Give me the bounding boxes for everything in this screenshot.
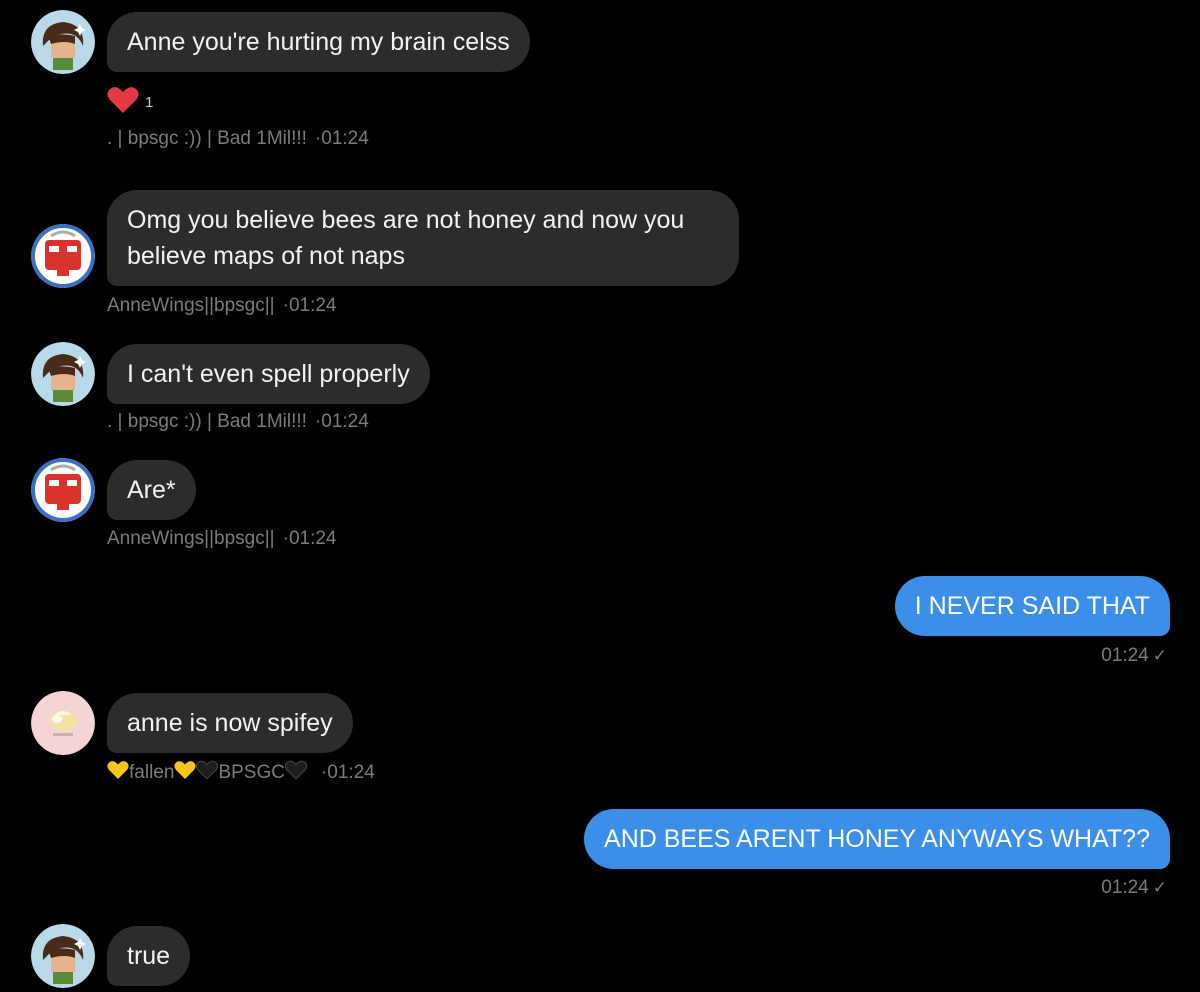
- message-bubble[interactable]: true: [107, 926, 191, 986]
- message-meta: . | bpsgc :)) | Bad 1Mil!!! ·01:24: [107, 411, 369, 433]
- timestamp: 01:24: [327, 762, 375, 783]
- message-text: Omg you believe bees are not honey and n…: [127, 206, 685, 270]
- chat-thread: Anne you're hurting my brain celss 1 . |…: [0, 0, 1200, 992]
- message-bubble-outgoing[interactable]: AND BEES ARENT HONEY ANYWAYS WHAT??: [584, 809, 1170, 869]
- avatar-red-robot[interactable]: [31, 224, 95, 288]
- sender-name: . | bpsgc :)) | Bad 1Mil!!!: [107, 128, 307, 149]
- check-icon: ✓: [1152, 646, 1167, 665]
- message-text: AND BEES ARENT HONEY ANYWAYS WHAT??: [604, 825, 1150, 853]
- timestamp: 01:24: [321, 411, 369, 432]
- message-bubble[interactable]: Are*: [107, 460, 196, 520]
- message-meta: AnneWings||bpsgc|| ·01:24: [107, 528, 336, 550]
- sender-name: AnneWings||bpsgc||: [107, 528, 275, 549]
- avatar-brown-hair[interactable]: [31, 10, 95, 74]
- message-text: I NEVER SAID THAT: [914, 592, 1150, 620]
- message-text: I can't even spell properly: [127, 360, 410, 388]
- message-text: anne is now spifey: [127, 709, 333, 737]
- black-heart-icon: [196, 760, 219, 786]
- sender-name: AnneWings||bpsgc||: [107, 295, 275, 316]
- reaction[interactable]: 1: [107, 86, 153, 119]
- yellow-heart-icon: [107, 760, 129, 786]
- timestamp: 01:24: [1101, 645, 1149, 666]
- sender-name-part: BPSGC: [218, 762, 285, 783]
- message-bubble[interactable]: anne is now spifey: [107, 693, 353, 753]
- timestamp: 01:24: [1101, 877, 1149, 898]
- message-text: true: [127, 942, 171, 970]
- message-text: Anne you're hurting my brain celss: [127, 28, 510, 56]
- avatar-brown-hair[interactable]: [31, 924, 95, 988]
- reaction-count: 1: [145, 94, 154, 111]
- message-meta: 01:24 ✓: [1101, 877, 1167, 899]
- timestamp: 01:24: [288, 295, 337, 316]
- message-meta: . | bpsgc :)) | Bad 1Mil!!! ·01:24: [107, 128, 369, 150]
- avatar-brown-hair[interactable]: [31, 342, 95, 406]
- yellow-heart-icon: [174, 760, 197, 786]
- timestamp: 01:24: [321, 128, 369, 149]
- message-bubble-outgoing[interactable]: I NEVER SAID THAT: [894, 576, 1170, 636]
- message-text: Are*: [127, 476, 176, 504]
- timestamp: 01:24: [288, 528, 337, 549]
- message-meta: AnneWings||bpsgc|| ·01:24: [107, 295, 336, 317]
- sender-name-part: fallen: [129, 762, 175, 783]
- message-meta: fallen BPSGC ·01:24: [107, 760, 375, 786]
- sender-name: . | bpsgc :)) | Bad 1Mil!!!: [107, 411, 307, 432]
- check-icon: ✓: [1152, 878, 1167, 897]
- message-bubble[interactable]: Anne you're hurting my brain celss: [107, 12, 530, 72]
- heart-icon: [107, 86, 139, 119]
- message-bubble[interactable]: Omg you believe bees are not honey and n…: [107, 190, 739, 286]
- message-meta: 01:24 ✓: [1101, 645, 1167, 667]
- avatar-pink-bee[interactable]: [31, 691, 95, 755]
- message-bubble[interactable]: I can't even spell properly: [107, 344, 430, 404]
- avatar-red-robot[interactable]: [31, 458, 95, 522]
- black-heart-icon: [284, 760, 308, 786]
